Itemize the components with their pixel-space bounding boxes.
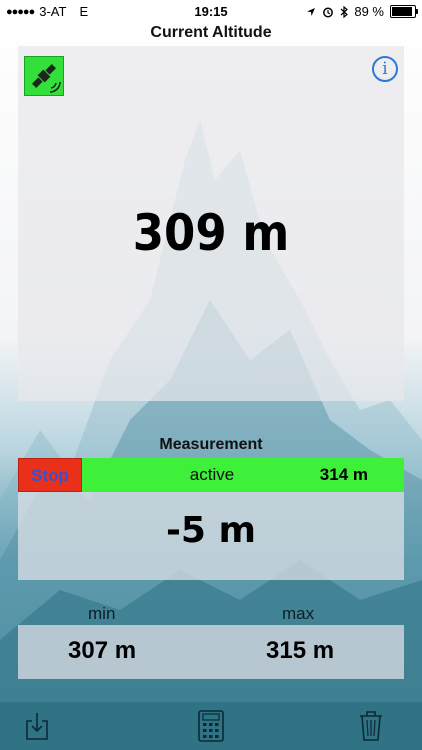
stop-button[interactable]: Stop xyxy=(18,458,82,492)
calculator-icon xyxy=(198,710,224,742)
status-right: 89 % xyxy=(306,4,418,19)
page-title: Current Altitude xyxy=(150,24,272,41)
export-button[interactable] xyxy=(20,708,54,744)
delete-button[interactable] xyxy=(354,708,388,744)
calculator-button[interactable] xyxy=(194,708,228,744)
gps-toggle-button[interactable] xyxy=(24,56,64,96)
min-label: min xyxy=(88,604,116,623)
max-altitude-value: 315 m xyxy=(266,637,335,664)
measurement-panel: -5 m xyxy=(18,492,404,580)
min-altitude-value: 307 m xyxy=(68,637,137,664)
min-max-panel: 307 m 315 m xyxy=(18,625,404,679)
satellite-icon xyxy=(31,63,61,93)
measurement-status-bar: Stop active 314 m xyxy=(18,458,404,492)
bluetooth-icon xyxy=(340,5,349,18)
max-label: max xyxy=(282,604,315,623)
info-icon: i xyxy=(382,59,388,79)
status-bar: ●●●●● 3-AT E 19:15 89 % xyxy=(0,0,422,22)
export-icon xyxy=(26,713,48,740)
bottom-toolbar xyxy=(0,702,422,750)
altitude-difference: -5 m xyxy=(165,510,257,551)
info-button[interactable]: i xyxy=(372,56,398,82)
current-altitude-value: 309 m xyxy=(132,204,290,262)
measurement-title: Measurement xyxy=(159,436,263,453)
measurement-start-altitude: 314 m xyxy=(319,465,368,484)
alarm-icon xyxy=(323,7,334,17)
battery-icon xyxy=(390,5,418,18)
trash-icon xyxy=(360,711,382,741)
location-arrow-icon xyxy=(307,7,316,16)
altitude-panel: i 309 m xyxy=(18,46,404,401)
measurement-status: active xyxy=(189,465,235,484)
battery-percent: 89 % xyxy=(354,4,384,19)
